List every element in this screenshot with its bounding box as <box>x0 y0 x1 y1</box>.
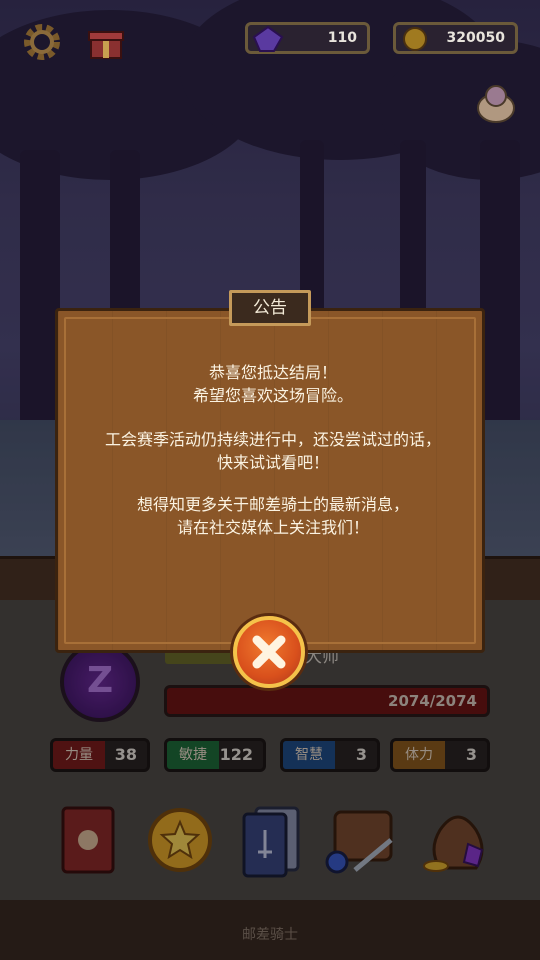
coin-counter: 320050 <box>393 22 518 54</box>
notice-line-4: 快来试试看吧！ <box>216 453 329 472</box>
pet-icon[interactable] <box>474 82 518 124</box>
close-button[interactable] <box>233 616 305 688</box>
gift-icon[interactable] <box>86 22 126 62</box>
notice-title: 公告 <box>229 290 311 326</box>
gem-counter: 110 <box>245 22 370 54</box>
gem-icon <box>252 25 284 53</box>
coin-count: 320050 <box>446 30 505 46</box>
notice-line-5: 想得知更多关于邮差骑士的最新消息， <box>136 495 409 514</box>
notice-line-6: 请在社交媒体上关注我们！ <box>176 518 369 537</box>
gear-icon[interactable] <box>22 22 62 62</box>
notice-line-3: 工会赛季活动仍持续进行中，还没尝试过的话， <box>104 430 441 449</box>
notice-line-2: 希望您喜欢这场冒险。 <box>192 386 353 405</box>
coin-icon <box>402 26 428 52</box>
gem-count: 110 <box>327 30 357 46</box>
close-icon <box>252 635 286 669</box>
notice-line-1: 恭喜您抵达结局！ <box>208 363 337 382</box>
notice-dialog: 恭喜您抵达结局！ 希望您喜欢这场冒险。 工会赛季活动仍持续进行中，还没尝试过的话… <box>55 308 485 653</box>
